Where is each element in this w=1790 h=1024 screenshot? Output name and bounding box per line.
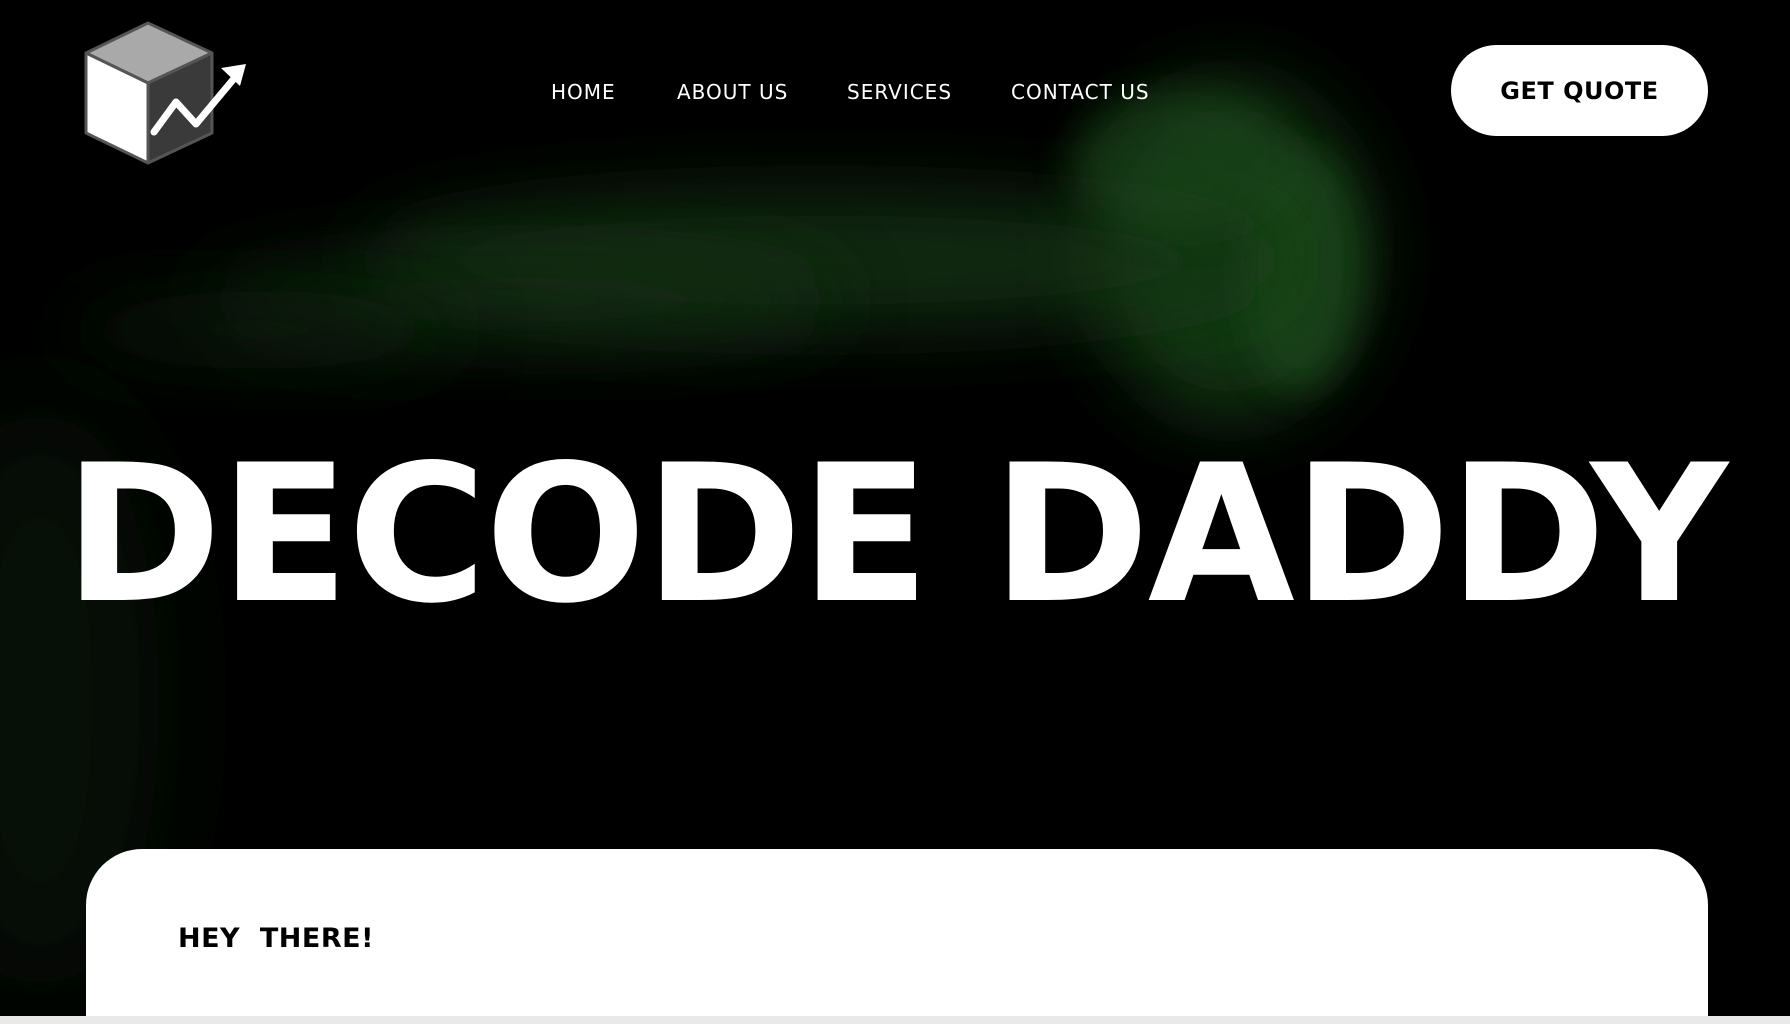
get-quote-button[interactable]: GET QUOTE bbox=[1451, 45, 1708, 136]
page-bottom-edge bbox=[0, 1016, 1790, 1024]
intro-card: HEY THERE! bbox=[86, 849, 1708, 1016]
nav-item-about-us[interactable]: ABOUT US bbox=[677, 80, 788, 104]
nav-item-home[interactable]: HOME bbox=[551, 80, 616, 104]
card-heading: HEY THERE! bbox=[178, 923, 374, 954]
hero-title: DECODE DADDY bbox=[63, 424, 1728, 645]
hero-section: HOME ABOUT US SERVICES CONTACT US GET QU… bbox=[0, 0, 1790, 1016]
nav-item-contact-us[interactable]: CONTACT US bbox=[1011, 80, 1150, 104]
nav-item-services[interactable]: SERVICES bbox=[847, 80, 952, 104]
